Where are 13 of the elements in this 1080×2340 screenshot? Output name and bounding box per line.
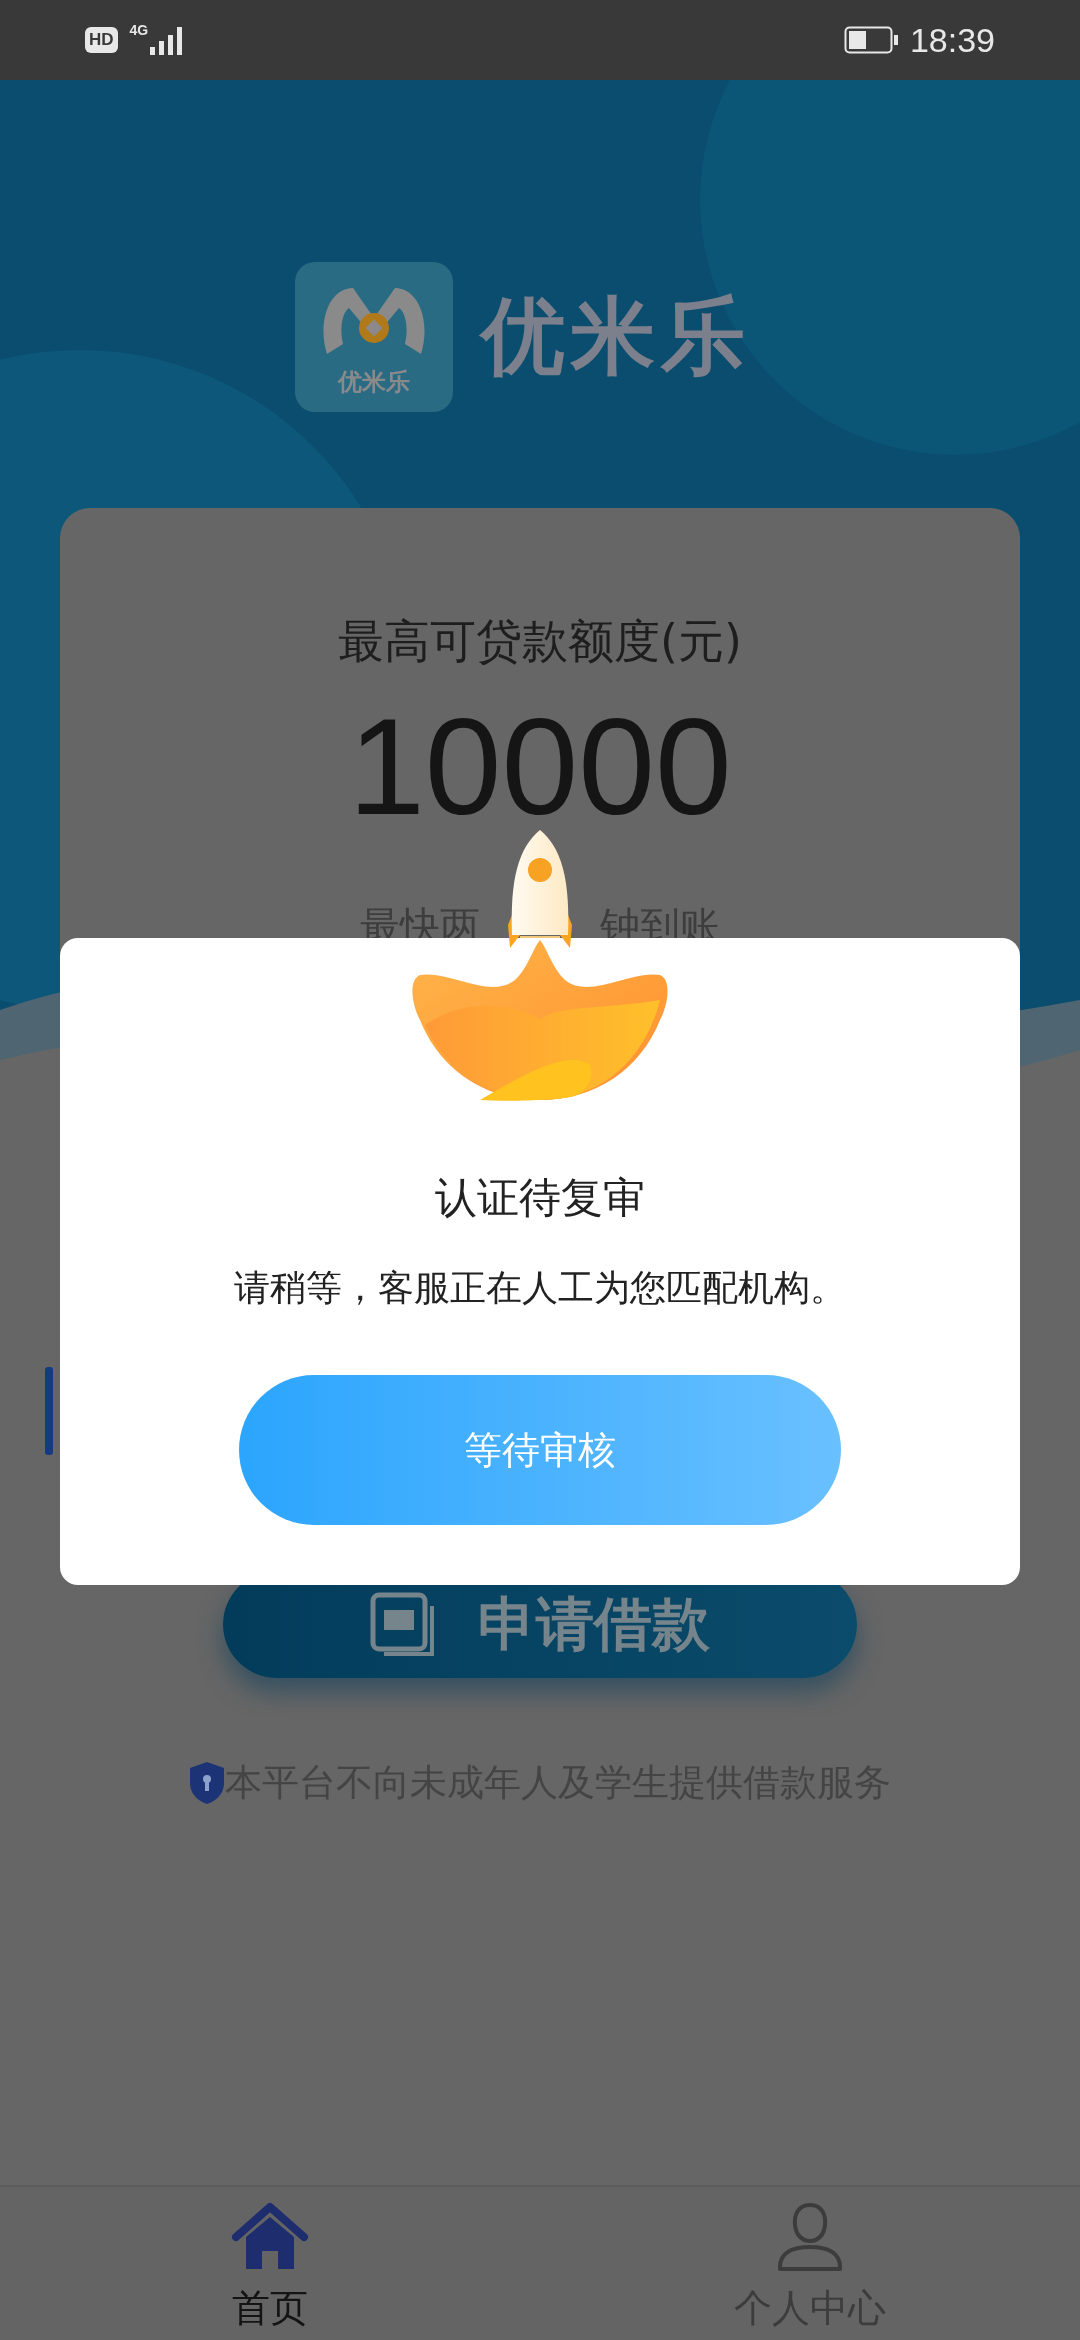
clock-time: 18:39 bbox=[909, 20, 995, 60]
await-review-button[interactable]: 等待审核 bbox=[239, 1375, 841, 1525]
battery-icon bbox=[843, 26, 898, 54]
hd-badge: HD bbox=[85, 27, 118, 53]
dialog-message: 请稍等，客服正在人工为您匹配机构。 bbox=[234, 1266, 846, 1310]
dialog-title: 认证待复审 bbox=[435, 1172, 645, 1224]
network-type: 4G bbox=[129, 22, 149, 38]
quota-title: 最高可贷款额度(元) bbox=[338, 613, 742, 670]
tab-bar-item[interactable]: 首页 bbox=[0, 2187, 540, 2340]
brand-name: 优米乐 bbox=[480, 286, 751, 387]
quota-amount: 10000 bbox=[348, 691, 732, 841]
logo-text: 优米乐 bbox=[337, 367, 410, 398]
shield-icon bbox=[189, 1761, 225, 1805]
